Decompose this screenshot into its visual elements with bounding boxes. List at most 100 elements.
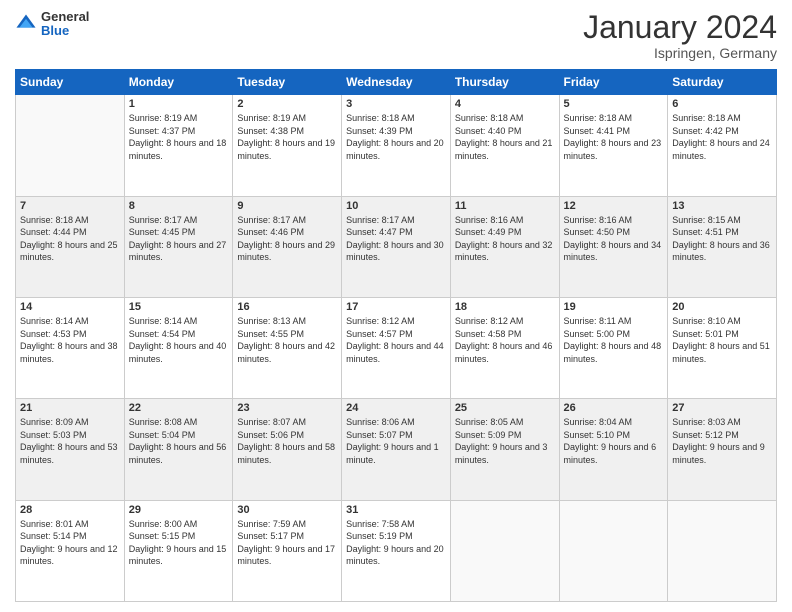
table-row: 1 Sunrise: 8:19 AMSunset: 4:37 PMDaylight…: [124, 95, 233, 196]
table-row: 22 Sunrise: 8:08 AMSunset: 5:04 PMDayligh…: [124, 399, 233, 500]
location: Ispringen, Germany: [583, 45, 777, 61]
table-row: [668, 500, 777, 601]
header-monday: Monday: [124, 70, 233, 95]
table-row: 9 Sunrise: 8:17 AMSunset: 4:46 PMDaylight…: [233, 196, 342, 297]
table-row: 5 Sunrise: 8:18 AMSunset: 4:41 PMDaylight…: [559, 95, 668, 196]
table-row: 21 Sunrise: 8:09 AMSunset: 5:03 PMDayligh…: [16, 399, 125, 500]
table-row: 18 Sunrise: 8:12 AMSunset: 4:58 PMDayligh…: [450, 297, 559, 398]
day-number: 18: [455, 301, 555, 313]
day-number: 6: [672, 98, 772, 110]
day-number: 21: [20, 402, 120, 414]
day-info: Sunrise: 8:19 AMSunset: 4:38 PMDaylight:…: [237, 112, 337, 162]
table-row: 6 Sunrise: 8:18 AMSunset: 4:42 PMDaylight…: [668, 95, 777, 196]
day-info: Sunrise: 8:18 AMSunset: 4:41 PMDaylight:…: [564, 112, 664, 162]
day-info: Sunrise: 8:18 AMSunset: 4:39 PMDaylight:…: [346, 112, 446, 162]
day-info: Sunrise: 8:05 AMSunset: 5:09 PMDaylight:…: [455, 416, 555, 466]
day-info: Sunrise: 7:58 AMSunset: 5:19 PMDaylight:…: [346, 518, 446, 568]
day-info: Sunrise: 8:01 AMSunset: 5:14 PMDaylight:…: [20, 518, 120, 568]
logo: General Blue: [15, 10, 89, 39]
day-info: Sunrise: 8:00 AMSunset: 5:15 PMDaylight:…: [129, 518, 229, 568]
day-number: 7: [20, 200, 120, 212]
day-info: Sunrise: 8:11 AMSunset: 5:00 PMDaylight:…: [564, 315, 664, 365]
logo-text: General Blue: [41, 10, 89, 39]
logo-icon: [15, 13, 37, 35]
table-row: 4 Sunrise: 8:18 AMSunset: 4:40 PMDaylight…: [450, 95, 559, 196]
day-info: Sunrise: 8:12 AMSunset: 4:58 PMDaylight:…: [455, 315, 555, 365]
day-info: Sunrise: 8:18 AMSunset: 4:40 PMDaylight:…: [455, 112, 555, 162]
day-number: 14: [20, 301, 120, 313]
table-row: 20Sunrise: 8:10 AMSunset: 5:01 PMDayligh…: [668, 297, 777, 398]
day-number: 5: [564, 98, 664, 110]
calendar-week-row: 28 Sunrise: 8:01 AMSunset: 5:14 PMDayligh…: [16, 500, 777, 601]
table-row: 23 Sunrise: 8:07 AMSunset: 5:06 PMDayligh…: [233, 399, 342, 500]
day-info: Sunrise: 8:04 AMSunset: 5:10 PMDaylight:…: [564, 416, 664, 466]
day-number: 3: [346, 98, 446, 110]
day-info: Sunrise: 8:17 AMSunset: 4:47 PMDaylight:…: [346, 214, 446, 264]
table-row: 10 Sunrise: 8:17 AMSunset: 4:47 PMDayligh…: [342, 196, 451, 297]
table-row: [450, 500, 559, 601]
day-number: 23: [237, 402, 337, 414]
day-number: 17: [346, 301, 446, 313]
table-row: 12Sunrise: 8:16 AMSunset: 4:50 PMDayligh…: [559, 196, 668, 297]
table-row: 16 Sunrise: 8:13 AMSunset: 4:55 PMDayligh…: [233, 297, 342, 398]
header-tuesday: Tuesday: [233, 70, 342, 95]
calendar-week-row: 7 Sunrise: 8:18 AMSunset: 4:44 PMDaylight…: [16, 196, 777, 297]
day-number: 9: [237, 200, 337, 212]
calendar-header-row: Sunday Monday Tuesday Wednesday Thursday…: [16, 70, 777, 95]
table-row: 29Sunrise: 8:00 AMSunset: 5:15 PMDayligh…: [124, 500, 233, 601]
day-info: Sunrise: 8:18 AMSunset: 4:44 PMDaylight:…: [20, 214, 120, 264]
day-number: 1: [129, 98, 229, 110]
table-row: 8 Sunrise: 8:17 AMSunset: 4:45 PMDaylight…: [124, 196, 233, 297]
day-number: 4: [455, 98, 555, 110]
day-number: 19: [564, 301, 664, 313]
table-row: 24 Sunrise: 8:06 AMSunset: 5:07 PMDayligh…: [342, 399, 451, 500]
table-row: 11 Sunrise: 8:16 AMSunset: 4:49 PMDayligh…: [450, 196, 559, 297]
header-wednesday: Wednesday: [342, 70, 451, 95]
day-info: Sunrise: 8:06 AMSunset: 5:07 PMDaylight:…: [346, 416, 446, 466]
title-section: January 2024 Ispringen, Germany: [583, 10, 777, 61]
day-number: 25: [455, 402, 555, 414]
day-info: Sunrise: 8:17 AMSunset: 4:46 PMDaylight:…: [237, 214, 337, 264]
table-row: 15Sunrise: 8:14 AMSunset: 4:54 PMDayligh…: [124, 297, 233, 398]
day-number: 22: [129, 402, 229, 414]
day-info: Sunrise: 8:19 AMSunset: 4:37 PMDaylight:…: [129, 112, 229, 162]
table-row: 13Sunrise: 8:15 AMSunset: 4:51 PMDayligh…: [668, 196, 777, 297]
table-row: 17 Sunrise: 8:12 AMSunset: 4:57 PMDayligh…: [342, 297, 451, 398]
day-number: 24: [346, 402, 446, 414]
day-info: Sunrise: 8:08 AMSunset: 5:04 PMDaylight:…: [129, 416, 229, 466]
day-info: Sunrise: 8:18 AMSunset: 4:42 PMDaylight:…: [672, 112, 772, 162]
day-number: 26: [564, 402, 664, 414]
day-info: Sunrise: 8:09 AMSunset: 5:03 PMDaylight:…: [20, 416, 120, 466]
day-number: 11: [455, 200, 555, 212]
logo-blue: Blue: [41, 24, 89, 38]
day-info: Sunrise: 8:13 AMSunset: 4:55 PMDaylight:…: [237, 315, 337, 365]
table-row: 27 Sunrise: 8:03 AMSunset: 5:12 PMDayligh…: [668, 399, 777, 500]
table-row: 7 Sunrise: 8:18 AMSunset: 4:44 PMDaylight…: [16, 196, 125, 297]
calendar-week-row: 1 Sunrise: 8:19 AMSunset: 4:37 PMDaylight…: [16, 95, 777, 196]
day-info: Sunrise: 8:07 AMSunset: 5:06 PMDaylight:…: [237, 416, 337, 466]
header: General Blue January 2024 Ispringen, Ger…: [15, 10, 777, 61]
table-row: 28 Sunrise: 8:01 AMSunset: 5:14 PMDayligh…: [16, 500, 125, 601]
calendar-week-row: 21 Sunrise: 8:09 AMSunset: 5:03 PMDayligh…: [16, 399, 777, 500]
day-number: 28: [20, 504, 120, 516]
table-row: 19 Sunrise: 8:11 AMSunset: 5:00 PMDayligh…: [559, 297, 668, 398]
day-info: Sunrise: 7:59 AMSunset: 5:17 PMDaylight:…: [237, 518, 337, 568]
day-info: Sunrise: 8:15 AMSunset: 4:51 PMDaylight:…: [672, 214, 772, 264]
table-row: 25 Sunrise: 8:05 AMSunset: 5:09 PMDayligh…: [450, 399, 559, 500]
day-info: Sunrise: 8:16 AMSunset: 4:49 PMDaylight:…: [455, 214, 555, 264]
table-row: 26 Sunrise: 8:04 AMSunset: 5:10 PMDayligh…: [559, 399, 668, 500]
day-number: 27: [672, 402, 772, 414]
day-info: Sunrise: 8:03 AMSunset: 5:12 PMDaylight:…: [672, 416, 772, 466]
table-row: [16, 95, 125, 196]
calendar-week-row: 14Sunrise: 8:14 AMSunset: 4:53 PMDayligh…: [16, 297, 777, 398]
day-number: 16: [237, 301, 337, 313]
day-number: 12: [564, 200, 664, 212]
day-number: 10: [346, 200, 446, 212]
header-friday: Friday: [559, 70, 668, 95]
logo-general: General: [41, 10, 89, 24]
day-number: 8: [129, 200, 229, 212]
day-info: Sunrise: 8:17 AMSunset: 4:45 PMDaylight:…: [129, 214, 229, 264]
day-info: Sunrise: 8:12 AMSunset: 4:57 PMDaylight:…: [346, 315, 446, 365]
day-number: 30: [237, 504, 337, 516]
header-thursday: Thursday: [450, 70, 559, 95]
